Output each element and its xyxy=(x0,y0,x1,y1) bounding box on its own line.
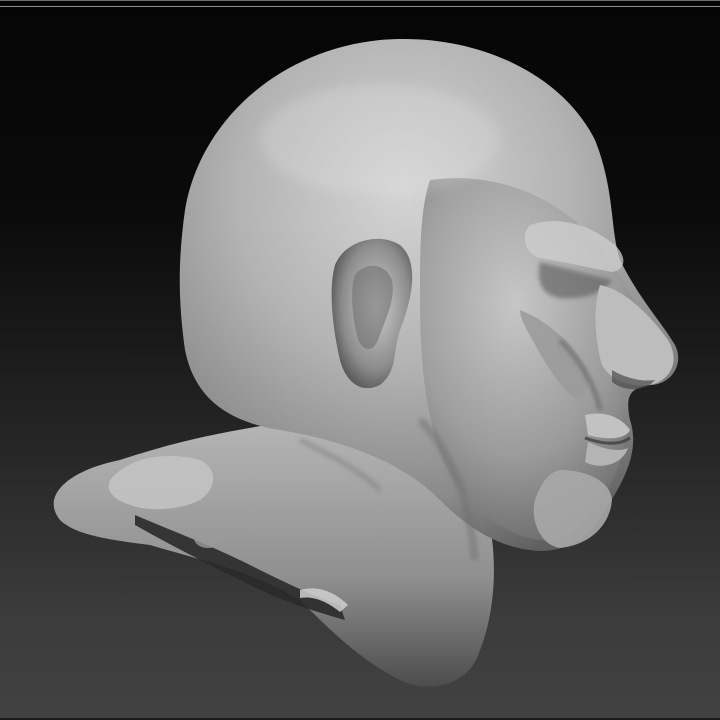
canvas-viewport[interactable] xyxy=(0,0,720,720)
chin xyxy=(533,470,612,548)
skull-highlight xyxy=(260,85,500,195)
collar-detail xyxy=(194,528,222,548)
sculpted-head-icon[interactable] xyxy=(0,0,720,720)
